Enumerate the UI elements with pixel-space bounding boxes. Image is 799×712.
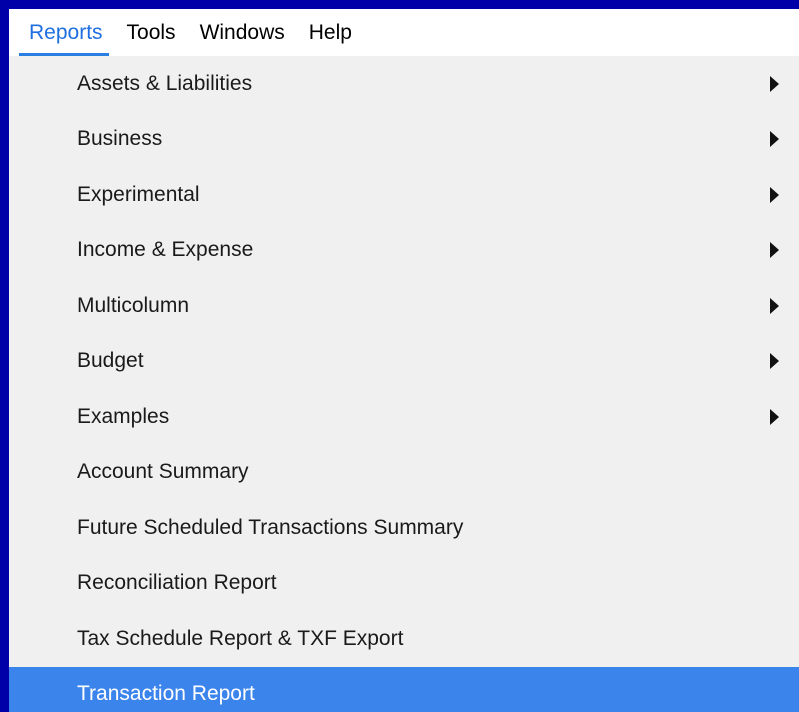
menu-help[interactable]: Help: [297, 9, 364, 56]
submenu-arrow-icon: [770, 408, 779, 425]
menu-reports[interactable]: Reports: [9, 9, 115, 56]
menu-item-label: Assets & Liabilities: [77, 71, 253, 95]
menu-bar: Reports Tools Windows Help: [9, 9, 799, 56]
menu-item-transaction-report[interactable]: Transaction Report: [9, 666, 799, 712]
menu-item-label: Transaction Report: [77, 682, 255, 706]
menu-item-label: Account Summary: [77, 460, 249, 484]
submenu-arrow-icon: [770, 186, 779, 203]
menu-item-label: Examples: [77, 404, 170, 428]
menu-item-examples[interactable]: Examples: [9, 389, 799, 445]
menu-item-assets-liabilities[interactable]: Assets & Liabilities: [9, 56, 799, 112]
menu-item-label: Future Scheduled Transactions Summary: [77, 515, 464, 539]
menu-item-tax-schedule-report[interactable]: Tax Schedule Report & TXF Export: [9, 611, 799, 667]
reports-dropdown-menu: Assets & Liabilities Business Experiment…: [9, 56, 799, 712]
menu-item-income-expense[interactable]: Income & Expense: [9, 223, 799, 279]
submenu-arrow-icon: [770, 131, 779, 148]
menu-item-label: Reconciliation Report: [77, 571, 277, 595]
menu-tools[interactable]: Tools: [115, 9, 188, 56]
menu-item-experimental[interactable]: Experimental: [9, 167, 799, 223]
menu-item-future-scheduled-transactions-summary[interactable]: Future Scheduled Transactions Summary: [9, 500, 799, 556]
menu-item-label: Budget: [77, 349, 144, 373]
submenu-arrow-icon: [770, 297, 779, 314]
menu-item-business[interactable]: Business: [9, 112, 799, 168]
menu-item-multicolumn[interactable]: Multicolumn: [9, 278, 799, 334]
submenu-arrow-icon: [770, 75, 779, 92]
menu-item-account-summary[interactable]: Account Summary: [9, 445, 799, 501]
menu-item-reconciliation-report[interactable]: Reconciliation Report: [9, 556, 799, 612]
submenu-arrow-icon: [770, 242, 779, 259]
menu-item-label: Tax Schedule Report & TXF Export: [77, 626, 404, 650]
menu-item-budget[interactable]: Budget: [9, 334, 799, 390]
application-window: Reports Tools Windows Help Assets & Liab…: [9, 9, 799, 712]
submenu-arrow-icon: [770, 353, 779, 370]
menu-item-label: Experimental: [77, 182, 200, 206]
menu-item-label: Multicolumn: [77, 293, 190, 317]
menu-windows[interactable]: Windows: [188, 9, 297, 56]
menu-item-label: Business: [77, 127, 163, 151]
menu-item-label: Income & Expense: [77, 238, 254, 262]
